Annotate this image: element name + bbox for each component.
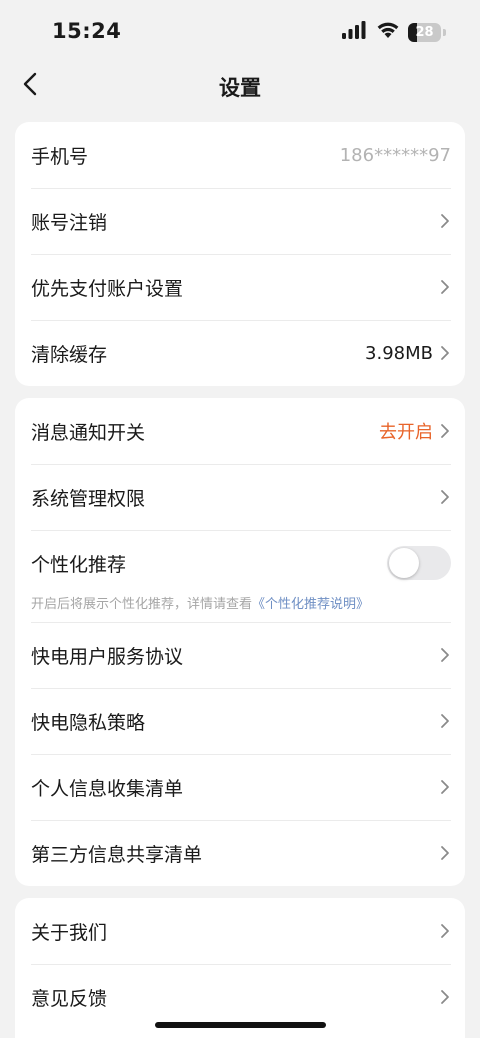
battery-level: 28 [415, 24, 434, 40]
chevron-right-icon [439, 988, 451, 1006]
account-settings-card: 手机号 186******97 账号注销 优先支付账户设置 清除缓存 3.98M… [15, 122, 465, 386]
account-cancel-label: 账号注销 [31, 211, 108, 234]
wifi-icon [376, 21, 400, 43]
home-indicator[interactable] [155, 1022, 326, 1028]
third-party-list-row[interactable]: 第三方信息共享清单 [15, 820, 465, 886]
signal-icon [342, 21, 368, 43]
notifications-label: 消息通知开关 [31, 421, 146, 444]
chevron-right-icon [439, 344, 451, 362]
notifications-row[interactable]: 消息通知开关 去开启 [15, 398, 465, 464]
personalized-hint: 开启后将展示个性化推荐，详情请查看《个性化推荐说明》 [31, 593, 369, 612]
clear-cache-label: 清除缓存 [31, 343, 108, 366]
personalized-recommendation-label: 个性化推荐 [31, 553, 127, 576]
cache-size-value: 3.98MB [365, 342, 433, 364]
clear-cache-row[interactable]: 清除缓存 3.98MB [15, 320, 465, 386]
about-card: 关于我们 意见反馈 [15, 898, 465, 1038]
battery-nub [443, 28, 446, 36]
page-title: 设置 [219, 76, 261, 100]
third-party-list-label: 第三方信息共享清单 [31, 843, 203, 866]
service-agreement-label: 快电用户服务协议 [31, 645, 184, 668]
phone-label: 手机号 [31, 145, 89, 168]
system-permissions-row[interactable]: 系统管理权限 [15, 464, 465, 530]
personal-info-list-row[interactable]: 个人信息收集清单 [15, 754, 465, 820]
feedback-row[interactable]: 意见反馈 [15, 964, 465, 1030]
status-icons: 28 [342, 21, 446, 43]
privacy-settings-card: 消息通知开关 去开启 系统管理权限 个性化推荐 开启后将展示个性化推荐，详情请查… [15, 398, 465, 886]
chevron-right-icon [439, 488, 451, 506]
nav-bar: 设置 [0, 62, 480, 110]
chevron-right-icon [439, 278, 451, 296]
personalized-recommendation-block: 个性化推荐 开启后将展示个性化推荐，详情请查看《个性化推荐说明》 [15, 530, 465, 622]
battery-icon: 28 [408, 22, 441, 42]
notifications-enable-link[interactable]: 去开启 [379, 418, 433, 444]
personalized-recommendation-toggle[interactable] [387, 546, 451, 580]
status-time: 15:24 [52, 19, 122, 43]
chevron-right-icon [439, 712, 451, 730]
payment-settings-row[interactable]: 优先支付账户设置 [15, 254, 465, 320]
account-cancel-row[interactable]: 账号注销 [15, 188, 465, 254]
phone-value: 186******97 [339, 144, 451, 166]
privacy-policy-label: 快电隐私策略 [31, 711, 146, 734]
personalized-recommendation-row: 个性化推荐 [31, 530, 451, 596]
system-permissions-label: 系统管理权限 [31, 487, 146, 510]
phone-row: 手机号 186******97 [15, 122, 465, 188]
service-agreement-row[interactable]: 快电用户服务协议 [15, 622, 465, 688]
personalized-hint-text: 开启后将展示个性化推荐，详情请查看 [31, 597, 253, 612]
feedback-label: 意见反馈 [31, 987, 108, 1010]
about-label: 关于我们 [31, 921, 108, 944]
payment-settings-label: 优先支付账户设置 [31, 277, 184, 300]
chevron-right-icon [439, 212, 451, 230]
about-row[interactable]: 关于我们 [15, 898, 465, 964]
chevron-right-icon [439, 778, 451, 796]
chevron-right-icon [439, 922, 451, 940]
privacy-policy-row[interactable]: 快电隐私策略 [15, 688, 465, 754]
chevron-right-icon [439, 844, 451, 862]
status-bar: 15:24 28 [0, 0, 480, 62]
toggle-knob [389, 548, 419, 578]
chevron-right-icon [439, 422, 451, 440]
personal-info-list-label: 个人信息收集清单 [31, 777, 184, 800]
personalized-explanation-link[interactable]: 《个性化推荐说明》 [252, 597, 369, 612]
chevron-right-icon [439, 646, 451, 664]
